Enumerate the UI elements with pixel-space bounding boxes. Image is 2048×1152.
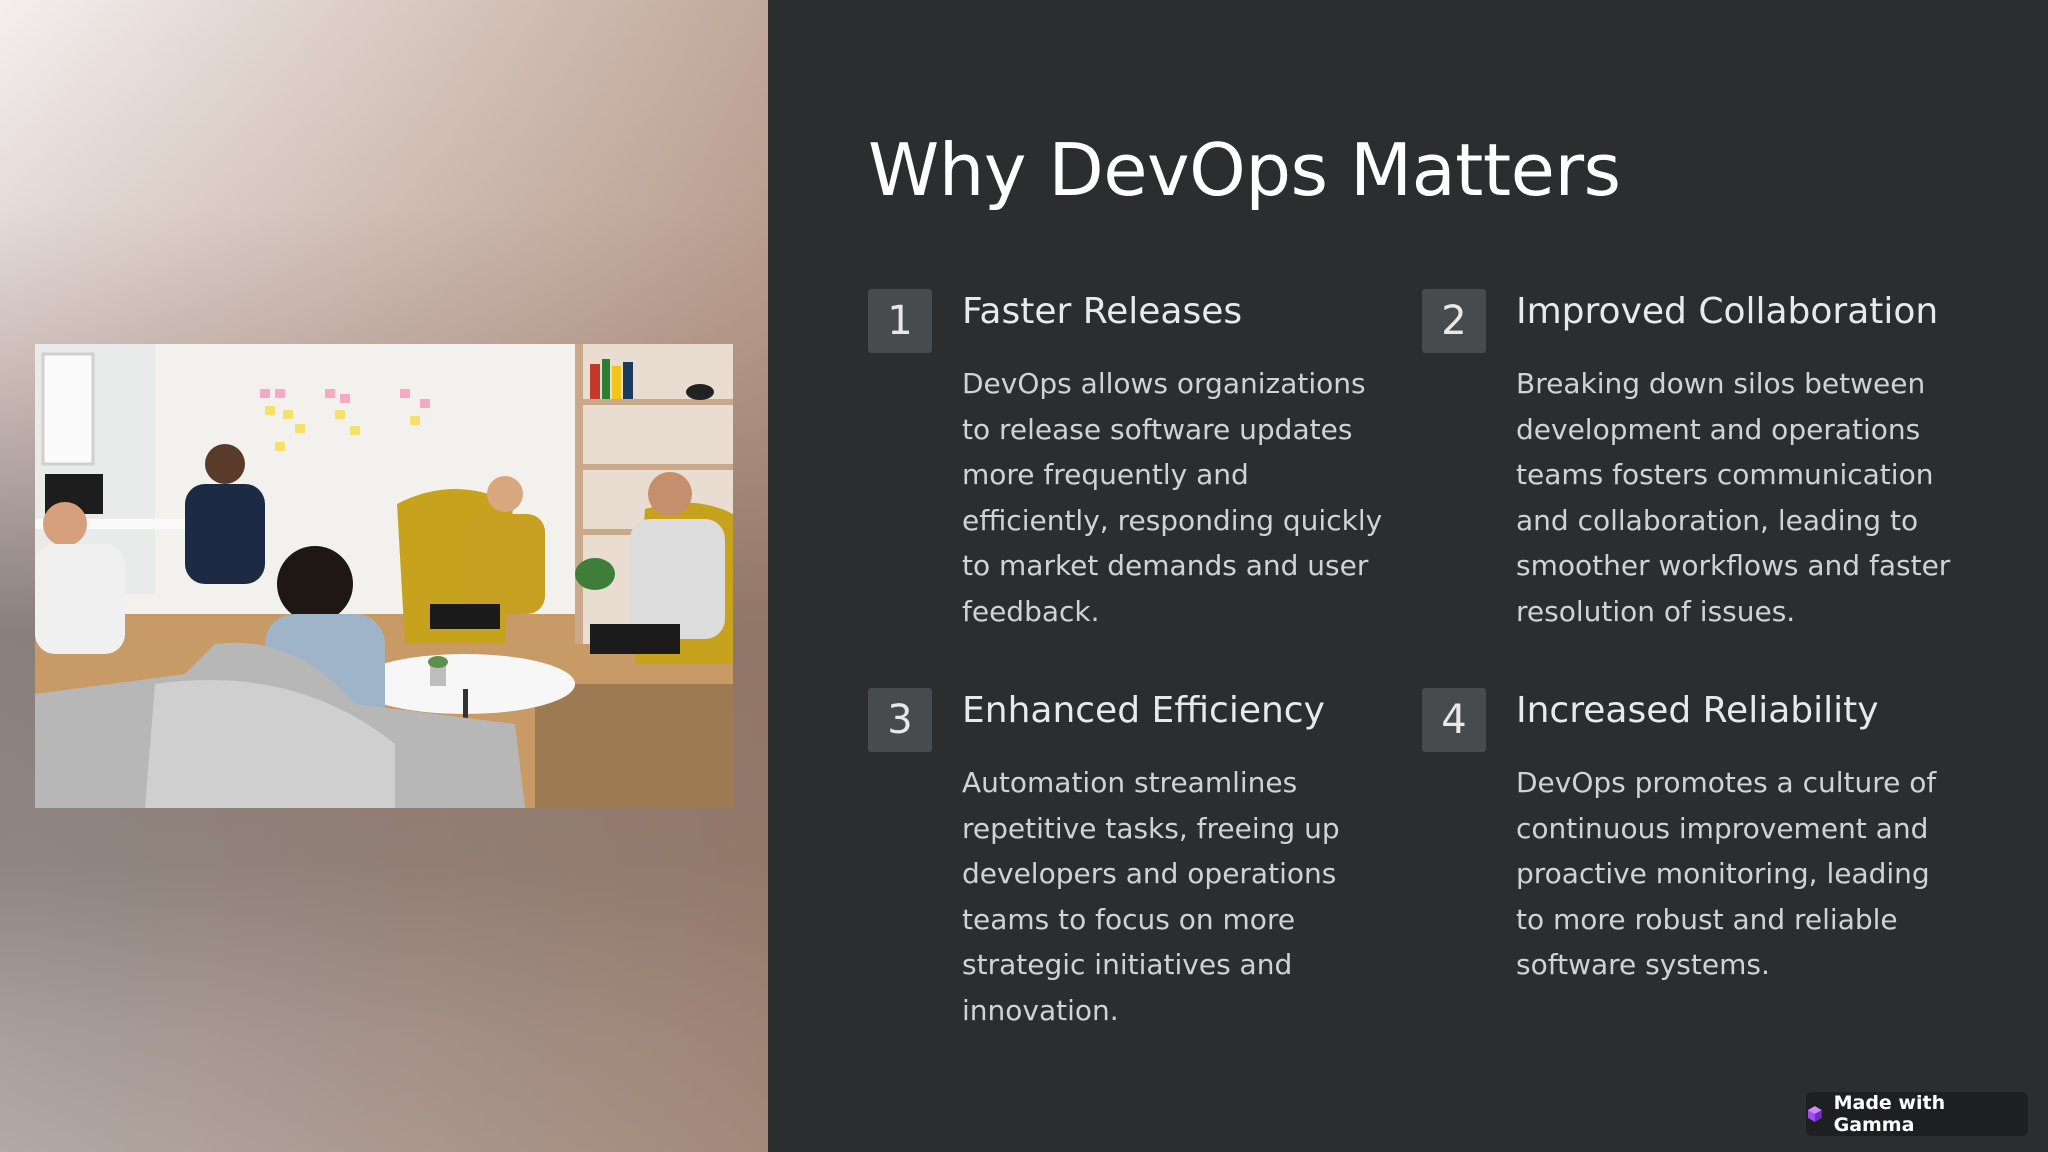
card-body: DevOps promotes a culture of continuous … — [1516, 766, 1937, 981]
number-badge: 1 — [868, 289, 932, 353]
card-body: Breaking down silos between development … — [1516, 367, 1951, 628]
slide-title: Why DevOps Matters — [868, 128, 1621, 212]
card-title: Improved Collaboration — [1516, 291, 1939, 332]
slide: Why DevOps Matters 1 Faster Releases Dev… — [0, 0, 2048, 1152]
card-title: Enhanced Efficiency — [962, 690, 1325, 731]
made-with-gamma-button[interactable]: Made with Gamma — [1806, 1092, 2028, 1136]
team-meeting-photo — [35, 344, 733, 808]
badge-label: Made with Gamma — [1833, 1092, 1946, 1136]
number-badge: 4 — [1422, 688, 1486, 752]
number-badge: 3 — [868, 688, 932, 752]
card-title: Increased Reliability — [1516, 690, 1879, 731]
gamma-logo-icon — [1807, 1106, 1822, 1122]
card-body: Automation streamlines repetitive tasks,… — [962, 766, 1340, 1027]
card-body: DevOps allows organizations to release s… — [962, 367, 1383, 628]
image-panel — [0, 0, 768, 1152]
number-badge: 2 — [1422, 289, 1486, 353]
card-title: Faster Releases — [962, 291, 1243, 332]
